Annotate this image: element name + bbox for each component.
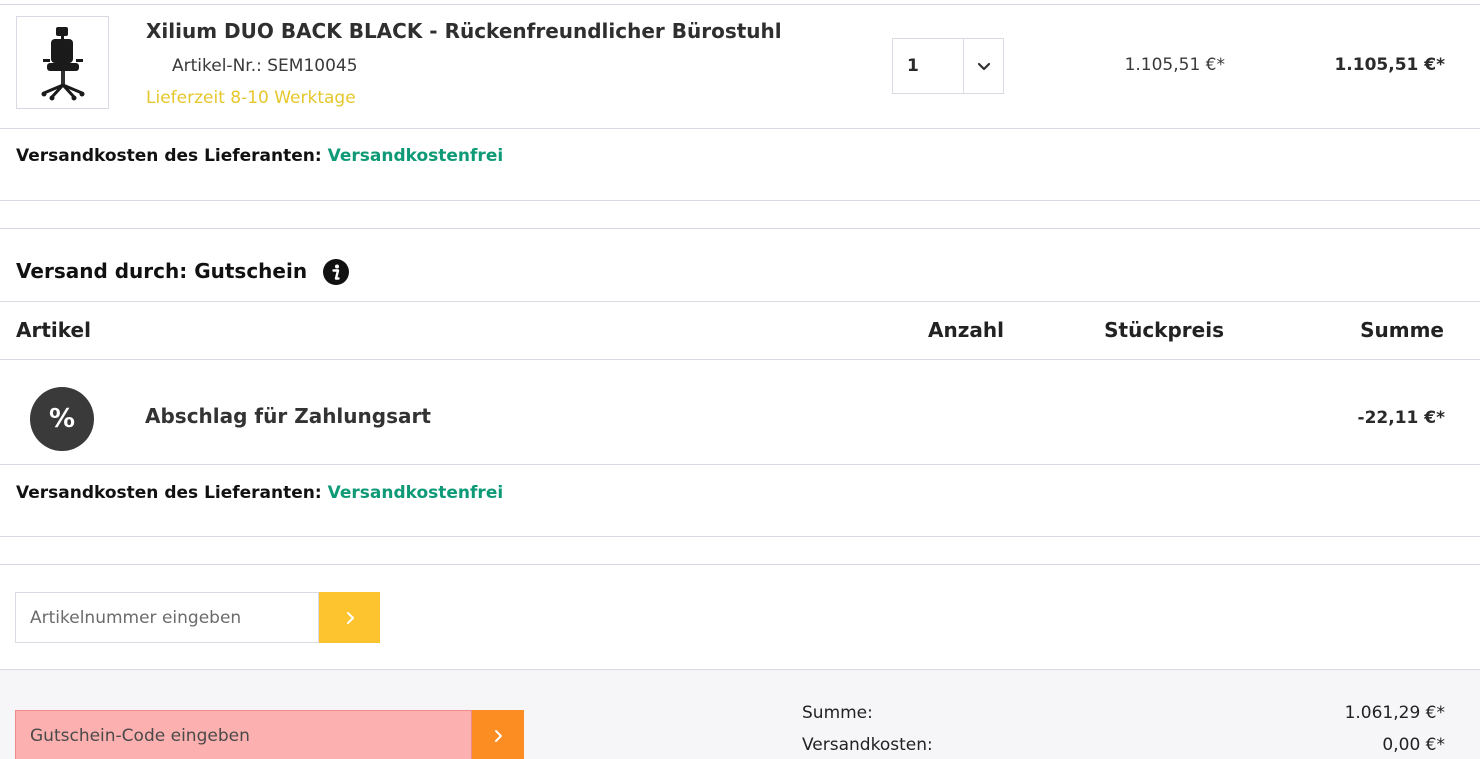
shipping-label: Versandkosten des Lieferanten:: [16, 483, 322, 503]
shipping-value: Versandkostenfrei: [327, 483, 504, 503]
shipping-value: Versandkostenfrei: [327, 146, 504, 166]
divider: [0, 301, 1480, 302]
article-number-form: [15, 592, 380, 643]
discount-sum: -22,11 €*: [1357, 408, 1445, 428]
shipping-cost-value: 0,00 €*: [1382, 735, 1445, 755]
table-header-quantity: Anzahl: [928, 318, 1004, 342]
divider: [0, 359, 1480, 360]
divider: [0, 4, 1480, 5]
divider: [0, 200, 1480, 201]
voucher-form: [15, 710, 524, 759]
chevron-down-icon: [977, 62, 990, 70]
table-header-article: Artikel: [16, 318, 91, 342]
percent-icon: %: [30, 387, 94, 451]
total-sum-value: 1.061,29 €*: [1344, 703, 1445, 723]
supplier-shipping-info: Versandkosten des Lieferanten: Versandko…: [16, 146, 503, 166]
voucher-submit-button[interactable]: [472, 710, 524, 759]
product-thumbnail[interactable]: [16, 16, 109, 109]
info-icon[interactable]: [323, 259, 349, 285]
cart-page: Xilium DUO BACK BLACK - Rückenfreundlich…: [0, 0, 1480, 759]
article-number-input[interactable]: [15, 592, 319, 643]
section-title: Versand durch: Gutschein: [16, 259, 308, 283]
info-glyph: [332, 264, 340, 280]
divider: [0, 564, 1480, 565]
chevron-right-icon: [346, 611, 354, 624]
quantity-dropdown-button[interactable]: [964, 39, 1003, 93]
product-title-link[interactable]: Xilium DUO BACK BLACK - Rückenfreundlich…: [146, 19, 782, 43]
divider: [0, 464, 1480, 465]
article-number-submit-button[interactable]: [319, 592, 380, 643]
supplier-shipping-info: Versandkosten des Lieferanten: Versandko…: [16, 483, 503, 503]
shipping-cost-label: Versandkosten:: [802, 735, 933, 755]
shipping-label: Versandkosten des Lieferanten:: [16, 146, 322, 166]
office-chair-icon: [41, 26, 84, 100]
quantity-select[interactable]: 1: [892, 38, 1004, 94]
divider: [0, 536, 1480, 537]
discount-title: Abschlag für Zahlungsart: [145, 404, 431, 428]
divider: [0, 228, 1480, 229]
quantity-value: 1: [893, 39, 964, 93]
table-header-unit-price: Stückpreis: [1104, 318, 1224, 342]
table-header-sum: Summe: [1360, 318, 1444, 342]
total-sum-label: Summe:: [802, 703, 873, 723]
voucher-code-input[interactable]: [15, 710, 472, 759]
divider: [0, 128, 1480, 129]
product-sku: Artikel-Nr.: SEM10045: [172, 56, 358, 76]
product-delivery-time: Lieferzeit 8-10 Werktage: [146, 88, 356, 108]
chevron-right-icon: [495, 730, 502, 742]
product-sum: 1.105,51 €*: [1334, 55, 1445, 75]
product-unit-price: 1.105,51 €*: [1124, 55, 1225, 75]
